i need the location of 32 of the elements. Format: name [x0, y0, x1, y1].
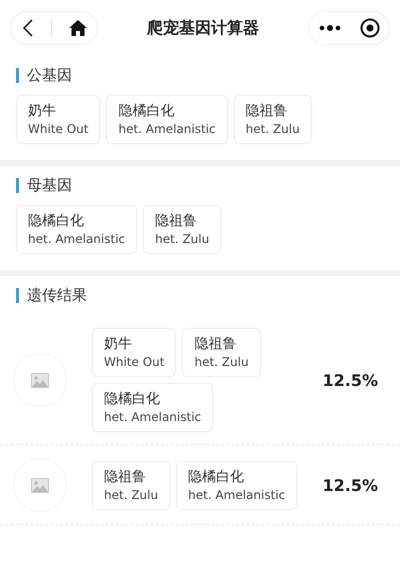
- more-icon: [318, 24, 340, 32]
- image-icon: [31, 372, 49, 388]
- gene-name: 隐祖鲁: [104, 468, 147, 486]
- gene-name: 隐橘白化: [118, 102, 176, 120]
- gene-english-name: het. Amelanistic: [118, 122, 216, 136]
- gene-name: 隐祖鲁: [194, 335, 238, 353]
- gene-english-name: het. Amelanistic: [104, 410, 202, 424]
- section-title: 公基因: [27, 66, 72, 85]
- gene-english-name: het. Amelanistic: [188, 488, 286, 502]
- gene-name: 奶牛: [104, 335, 133, 353]
- section-title: 母基因: [27, 176, 72, 195]
- gene-name: 隐祖鲁: [246, 102, 289, 120]
- gene-english-name: het. Amelanistic: [28, 232, 126, 246]
- gene-english-name: White Out: [104, 355, 164, 369]
- probability: 12.5%: [322, 476, 378, 494]
- gene-english-name: het. Zulu: [104, 488, 158, 502]
- home-icon: [68, 20, 86, 36]
- gene-name: 奶牛: [28, 102, 57, 120]
- gene-english-name: het. Zulu: [246, 122, 300, 136]
- gene-name: 隐橘白化: [188, 468, 246, 486]
- section-title: 遗传结果: [27, 286, 87, 305]
- gene-english-name: het. Zulu: [194, 355, 249, 369]
- back-icon: [22, 19, 34, 37]
- image-icon: [31, 478, 49, 492]
- target-icon: [360, 18, 380, 38]
- gene-name: 隐橘白化: [104, 390, 161, 408]
- gene-name: 隐橘白化: [28, 212, 85, 230]
- gene-english-name: White Out: [28, 122, 88, 136]
- gene-english-name: het. Zulu: [155, 232, 210, 246]
- page-title: 爬宠基因计算器: [147, 18, 259, 38]
- gene-name: 隐祖鲁: [155, 212, 198, 230]
- probability: 12.5%: [322, 370, 378, 390]
